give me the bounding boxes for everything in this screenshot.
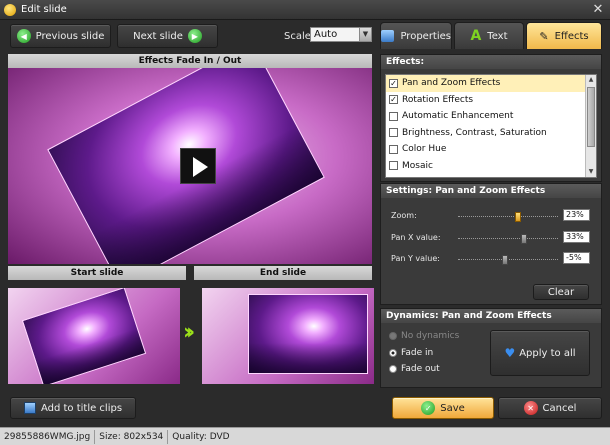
cancel-button[interactable]: ✕ Cancel (498, 397, 602, 419)
effect-label: Mosaic (402, 160, 433, 171)
clear-button[interactable]: Clear (533, 284, 589, 300)
tab-properties[interactable]: Properties (380, 22, 452, 49)
radio-button[interactable] (389, 349, 397, 357)
pan-x-label: Pan X value: (391, 233, 441, 242)
apply-to-all-button[interactable]: ♥ Apply to all (490, 330, 590, 376)
status-filename: 29855886WMG.jpg (0, 429, 96, 444)
save-button[interactable]: ✓ Save (392, 397, 494, 419)
add-to-title-clips-button[interactable]: Add to title clips (10, 397, 136, 419)
next-slide-button[interactable]: Next slide ▶ (117, 24, 218, 48)
radio-button[interactable] (389, 365, 397, 373)
scale-select[interactable]: Auto ▼ (310, 27, 372, 42)
radio-label: No dynamics (401, 331, 460, 341)
effect-label: Rotation Effects (402, 94, 474, 105)
effects-icon: ✎ (539, 29, 549, 43)
start-slide-header: Start slide (8, 266, 186, 280)
zoom-label: Zoom: (391, 211, 417, 220)
radio-fade-out[interactable]: Fade out (389, 364, 440, 374)
previous-slide-button[interactable]: ◀ Previous slide (10, 24, 111, 48)
end-slide-photo (248, 294, 368, 374)
checkbox[interactable] (389, 128, 398, 138)
save-label: Save (440, 402, 465, 414)
checkbox[interactable]: ✓ (389, 95, 398, 105)
radio-fade-in[interactable]: Fade in (389, 348, 433, 358)
chevron-right-icon: ›› (183, 320, 195, 345)
title-clip-icon (23, 402, 36, 414)
scrollbar-thumb[interactable] (587, 87, 595, 147)
effects-list-scrollbar[interactable]: ▲ ▼ (585, 75, 596, 177)
check-icon: ✓ (421, 401, 436, 415)
effect-item-auto-enhance[interactable]: Automatic Enhancement (386, 108, 596, 125)
play-icon[interactable] (180, 148, 216, 184)
effect-item-mosaic[interactable]: Mosaic (386, 158, 596, 175)
title-bar: Edit slide ✕ (0, 0, 610, 20)
start-slide-thumbnail (8, 288, 180, 384)
scroll-down-icon[interactable]: ▼ (586, 167, 596, 177)
cancel-icon: ✕ (523, 401, 538, 415)
tab-text-label: Text (487, 30, 508, 42)
add-to-title-clips-label: Add to title clips (40, 402, 123, 414)
checkbox[interactable] (389, 144, 398, 154)
zoom-slider[interactable] (458, 212, 558, 222)
effects-list[interactable]: ✓ Pan and Zoom Effects ✓ Rotation Effect… (385, 74, 597, 178)
effect-label: Brightness, Contrast, Saturation (402, 127, 547, 138)
app-icon (4, 4, 16, 16)
settings-panel-title: Settings: Pan and Zoom Effects (381, 184, 601, 198)
effect-item-color-hue[interactable]: Color Hue (386, 141, 596, 158)
effect-label: Automatic Enhancement (402, 111, 514, 122)
pan-x-value[interactable]: 33% (563, 231, 590, 243)
pan-x-slider-thumb[interactable] (521, 234, 527, 244)
effects-panel-title: Effects: (381, 55, 601, 69)
start-slide-photo (21, 288, 147, 384)
radio-button[interactable] (389, 332, 397, 340)
heart-icon: ♥ (504, 346, 516, 360)
checkbox[interactable]: ✓ (389, 78, 398, 88)
preview-header: Effects Fade In / Out (8, 54, 372, 68)
pan-y-value[interactable]: -5% (563, 252, 590, 264)
scale-value: Auto (314, 29, 338, 40)
cancel-label: Cancel (542, 402, 577, 414)
radio-label: Fade in (401, 348, 434, 358)
dynamics-panel-title: Dynamics: Pan and Zoom Effects (381, 309, 601, 323)
radio-label: Fade out (401, 364, 440, 374)
effect-label: Color Hue (402, 144, 447, 155)
end-slide-thumbnail (202, 288, 374, 384)
arrow-left-icon: ◀ (16, 29, 31, 43)
checkbox[interactable] (389, 111, 398, 121)
window-title: Edit slide (21, 4, 67, 15)
pan-y-slider[interactable] (458, 255, 558, 265)
close-window-button[interactable]: ✕ (590, 2, 606, 17)
properties-icon (381, 30, 395, 42)
chevron-down-icon: ▼ (359, 28, 371, 41)
tab-effects[interactable]: ✎ Effects (526, 22, 602, 49)
status-quality: Quality: DVD (172, 431, 230, 442)
zoom-slider-thumb[interactable] (515, 212, 521, 222)
checkbox[interactable] (389, 161, 398, 171)
status-bar: 29855886WMG.jpg Size: 802x534 Quality: D… (0, 427, 610, 445)
slide-preview (8, 68, 372, 264)
apply-to-all-label: Apply to all (519, 347, 576, 359)
effect-item-pan-zoom[interactable]: ✓ Pan and Zoom Effects (386, 75, 596, 92)
tab-effects-label: Effects (554, 30, 589, 42)
pan-y-slider-thumb[interactable] (502, 255, 508, 265)
effect-item-rotation[interactable]: ✓ Rotation Effects (386, 92, 596, 109)
zoom-value[interactable]: 23% (563, 209, 590, 221)
arrow-right-icon: ▶ (187, 29, 202, 43)
pan-y-label: Pan Y value: (391, 254, 440, 263)
next-slide-label: Next slide (133, 30, 183, 42)
radio-no-dynamics[interactable]: No dynamics (389, 331, 459, 341)
scroll-up-icon[interactable]: ▲ (586, 75, 596, 85)
tab-text[interactable]: A Text (454, 22, 524, 49)
text-icon: A (470, 28, 482, 44)
tab-properties-label: Properties (400, 30, 451, 42)
previous-slide-label: Previous slide (35, 30, 105, 42)
effect-label: Pan and Zoom Effects (402, 78, 501, 89)
pan-x-slider[interactable] (458, 234, 558, 244)
status-size: Size: 802x534 (95, 429, 169, 444)
end-slide-header: End slide (194, 266, 372, 280)
effect-item-brightness[interactable]: Brightness, Contrast, Saturation (386, 125, 596, 142)
